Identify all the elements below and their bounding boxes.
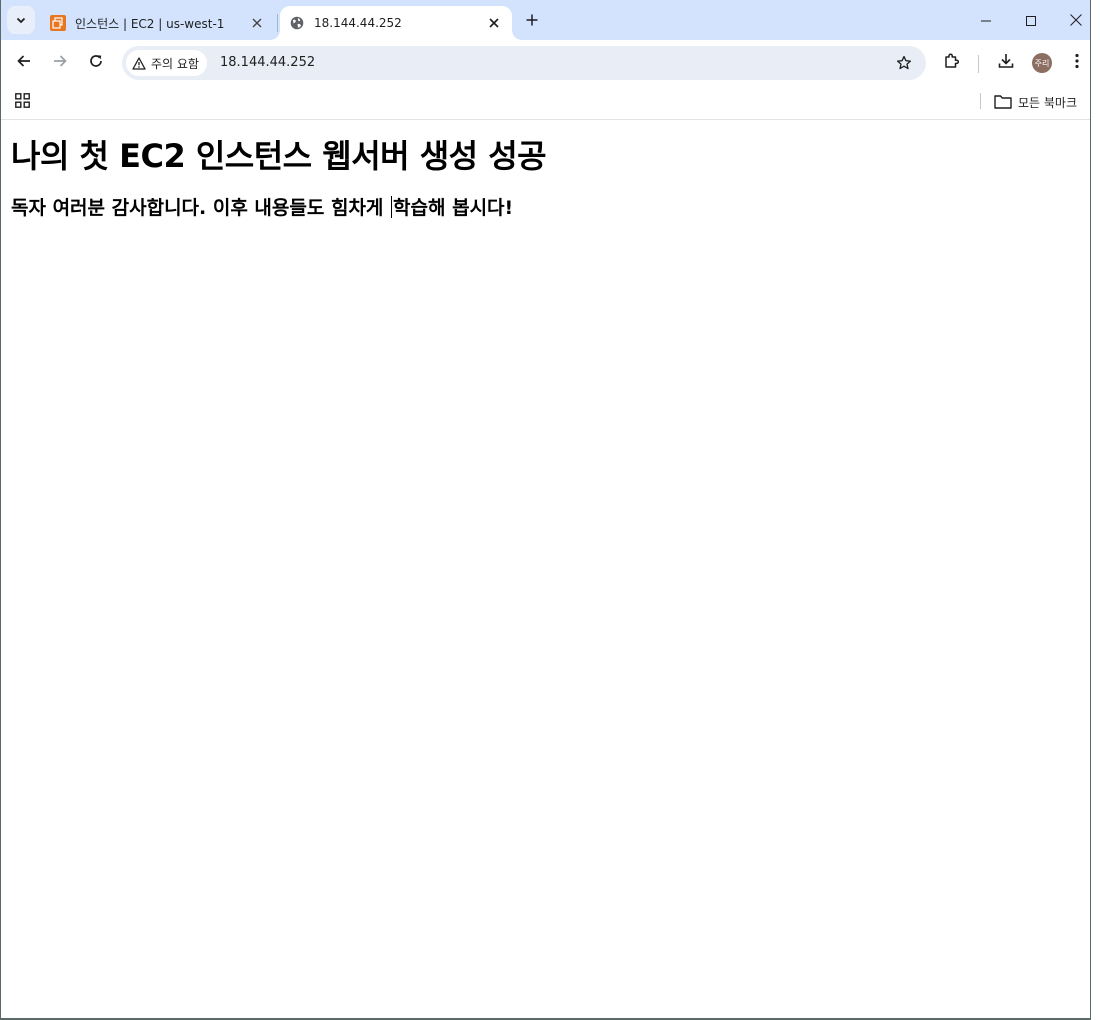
- all-bookmarks-label: 모든 북마크: [1018, 95, 1078, 110]
- page-subheading: 독자 여러분 감사합니다. 이후 내용들도 힘차게 학습해 봅시다!: [11, 193, 513, 220]
- forward-button[interactable]: [44, 47, 76, 79]
- chevron-down-icon: [15, 11, 27, 30]
- bookmarks-divider: [980, 93, 981, 109]
- menu-button[interactable]: [1061, 47, 1090, 79]
- minimize-button[interactable]: [963, 0, 1009, 40]
- toolbar-divider: [978, 55, 979, 73]
- close-icon[interactable]: [245, 11, 269, 35]
- text-caret: [391, 196, 393, 218]
- tab-web-server[interactable]: 18.144.44.252: [270, 6, 522, 40]
- close-icon: [1070, 11, 1082, 30]
- aws-ec2-icon: [50, 15, 66, 31]
- page-content: 나의 첫 EC2 인스턴스 웹서버 생성 성공 독자 여러분 감사합니다. 이후…: [1, 121, 1090, 1020]
- more-vertical-icon: [1075, 53, 1079, 73]
- tab-ec2-console[interactable]: 인스턴스 | EC2 | us-west-1: [41, 6, 275, 40]
- url-text[interactable]: 18.144.44.252: [220, 55, 315, 70]
- reload-icon: [88, 53, 104, 73]
- subheading-text-continued: 학습해 봅시다!: [393, 197, 514, 219]
- maximize-button[interactable]: [1008, 0, 1054, 40]
- subheading-text: 독자 여러분 감사합니다. 이후 내용들도 힘차게: [11, 197, 391, 219]
- browser-toolbar: 주의 요함 18.144.44.252 주리: [1, 40, 1090, 86]
- maximize-icon: [1026, 11, 1036, 30]
- profile-avatar[interactable]: 주리: [1032, 53, 1052, 73]
- download-icon: [997, 52, 1015, 74]
- tab-title: 18.144.44.252: [314, 16, 402, 30]
- all-bookmarks-button[interactable]: 모든 북마크: [994, 90, 1077, 114]
- apps-button[interactable]: [11, 91, 33, 113]
- bookmark-star-icon[interactable]: [892, 51, 916, 75]
- bookmarks-bar: 모든 북마크: [1, 86, 1090, 120]
- apps-grid-icon: [14, 92, 30, 112]
- close-icon[interactable]: [482, 11, 506, 35]
- arrow-right-icon: [52, 53, 68, 73]
- downloads-button[interactable]: [990, 47, 1022, 79]
- extensions-button[interactable]: [936, 47, 968, 79]
- arrow-left-icon: [16, 53, 32, 73]
- security-indicator[interactable]: 주의 요함: [126, 50, 207, 76]
- security-label: 주의 요함: [151, 56, 199, 71]
- reload-button[interactable]: [80, 47, 112, 79]
- folder-icon: [994, 95, 1012, 109]
- browser-window: 인스턴스 | EC2 | us-west-1 18.144.44.252 주의 …: [0, 0, 1091, 1020]
- back-button[interactable]: [8, 47, 40, 79]
- tab-strip: 인스턴스 | EC2 | us-west-1 18.144.44.252: [1, 0, 1090, 40]
- close-window-button[interactable]: [1053, 0, 1090, 40]
- tab-title: 인스턴스 | EC2 | us-west-1: [75, 16, 225, 31]
- warning-icon: [132, 56, 146, 70]
- puzzle-icon: [943, 52, 961, 74]
- address-bar[interactable]: 주의 요함 18.144.44.252: [122, 46, 926, 80]
- globe-icon: [289, 15, 305, 31]
- page-heading: 나의 첫 EC2 인스턴스 웹서버 생성 성공: [11, 137, 547, 175]
- plus-icon: [526, 11, 538, 30]
- desktop-edge: [1091, 0, 1100, 1020]
- new-tab-button[interactable]: [519, 7, 545, 33]
- tab-search-button[interactable]: [7, 6, 35, 34]
- minimize-icon: [981, 11, 991, 30]
